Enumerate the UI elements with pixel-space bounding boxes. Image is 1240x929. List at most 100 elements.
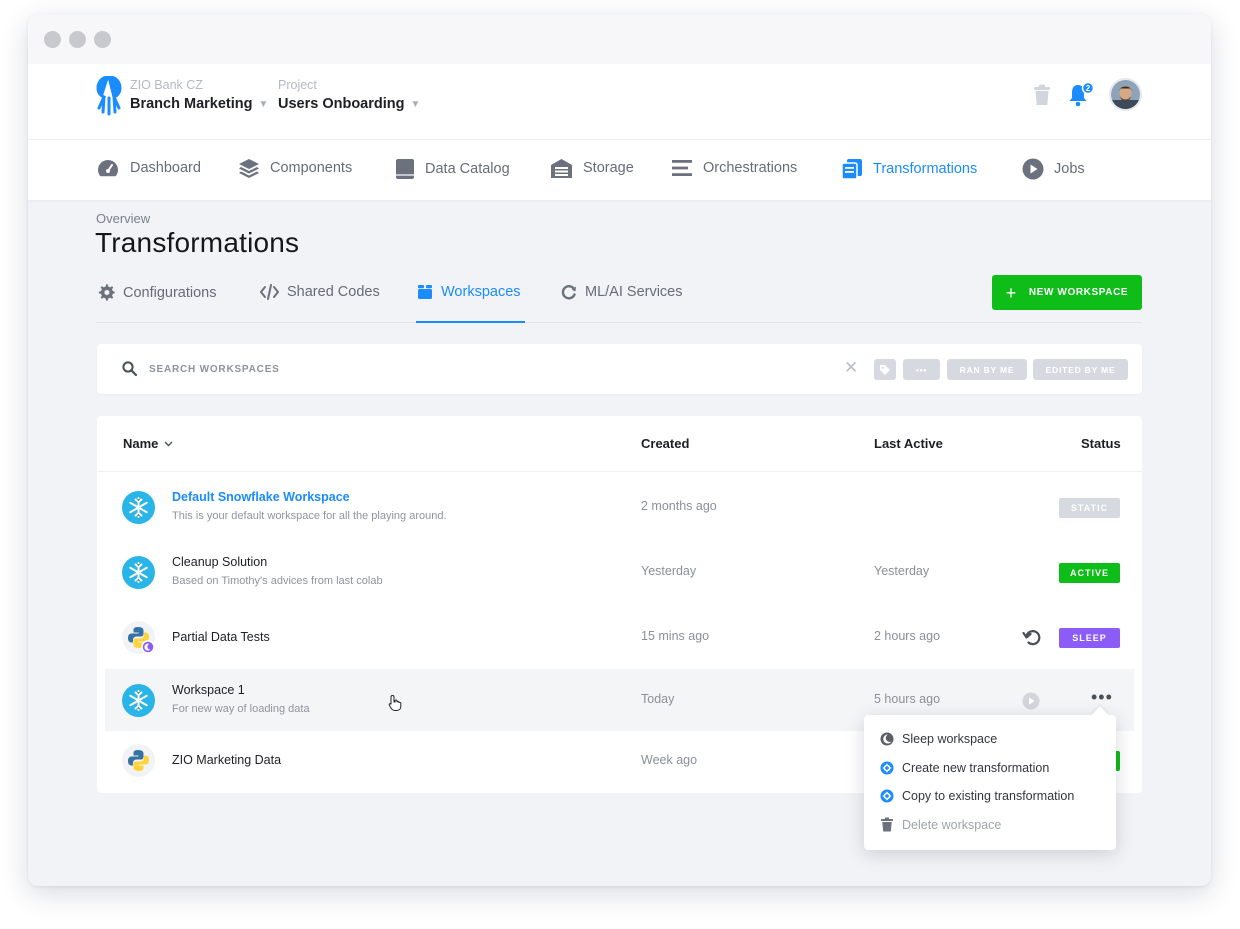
more-filters-button[interactable]: ••• [903, 359, 940, 380]
column-header-name[interactable]: Name [123, 436, 173, 451]
nav-item-storage[interactable]: Storage [550, 158, 634, 178]
tab-label: ML/AI Services [585, 284, 683, 300]
menu-item-delete-workspace[interactable]: Delete workspace [880, 817, 1001, 832]
nav-label: Jobs [1054, 161, 1085, 177]
table-row[interactable]: Cleanup Solution Based on Timothy's advi… [97, 541, 1142, 603]
column-header-status[interactable]: Status [1081, 436, 1121, 451]
menu-item-label: Copy to existing transformation [902, 789, 1075, 803]
workspace-name[interactable]: ZIO Marketing Data [172, 753, 281, 767]
tag-filter-button[interactable] [874, 359, 896, 380]
project-breadcrumb[interactable]: Project Users Onboarding ▼ [278, 78, 420, 113]
box-icon [418, 285, 432, 299]
play-circle-icon[interactable] [1022, 692, 1040, 710]
created-cell: 2 months ago [641, 499, 717, 513]
nav-item-data-catalog[interactable]: Data Catalog [395, 158, 510, 180]
workspace-name[interactable]: Cleanup Solution [172, 555, 267, 569]
chevron-down-icon [164, 441, 173, 446]
trash-icon[interactable] [1032, 84, 1052, 106]
app-window: ZIO Bank CZ Branch Marketing ▼ Project Us… [28, 14, 1211, 886]
window-zoom-button[interactable] [94, 31, 111, 48]
nav-label: Orchestrations [703, 160, 798, 176]
window-minimize-button[interactable] [69, 31, 86, 48]
org-breadcrumb[interactable]: ZIO Bank CZ Branch Marketing ▼ [130, 78, 268, 113]
table-row[interactable]: Default Snowflake Workspace This is your… [97, 476, 1142, 538]
nav-label: Transformations [873, 161, 978, 177]
clear-search-icon[interactable]: ✕ [844, 358, 858, 378]
edited-by-me-filter[interactable]: EDITED BY ME [1033, 359, 1128, 380]
user-avatar[interactable] [1109, 78, 1142, 111]
new-workspace-button[interactable]: + NEW WORKSPACE [992, 275, 1142, 310]
workspace-description: Based on Timothy's advices from last col… [172, 575, 383, 587]
org-label: ZIO Bank CZ [130, 78, 203, 92]
nav-item-dashboard[interactable]: Dashboard [96, 158, 201, 178]
created-cell: Today [641, 692, 675, 706]
workspace-name-link[interactable]: Default Snowflake Workspace [172, 490, 350, 504]
moon-icon [880, 732, 894, 746]
trash-icon [881, 817, 893, 832]
workspace-description: This is your default workspace for all t… [172, 510, 447, 522]
status-badge: ACTIVE [1059, 563, 1120, 583]
snowflake-icon [122, 491, 155, 524]
more-actions-button[interactable]: ••• [1091, 687, 1113, 708]
nav-item-orchestrations[interactable]: Orchestrations [671, 158, 797, 178]
column-label: Name [123, 436, 159, 451]
tag-icon [880, 364, 890, 375]
gauge-icon [98, 160, 118, 177]
gear-icon [98, 284, 115, 301]
nav-item-transformations[interactable]: Transformations [841, 158, 977, 180]
main-nav: Dashboard Components Data Catalog Storag… [28, 140, 1211, 200]
header-divider [97, 471, 1142, 472]
bell-icon[interactable]: 2 [1068, 82, 1096, 108]
search-bar: ✕ ••• RAN BY ME EDITED BY ME [97, 344, 1142, 394]
gear-badge-icon [880, 761, 894, 775]
restore-icon[interactable] [1022, 627, 1042, 647]
nav-item-jobs[interactable]: Jobs [1022, 158, 1085, 180]
workspace-description: For new way of loading data [172, 703, 310, 715]
python-icon [122, 621, 155, 654]
python-icon [122, 744, 155, 777]
project-name: Users Onboarding [278, 96, 405, 112]
status-badge: SLEEP [1059, 628, 1120, 648]
title-bar [28, 14, 1211, 64]
code-icon [260, 284, 279, 300]
last-active-cell: 5 hours ago [874, 692, 941, 706]
plus-icon: + [1005, 282, 1017, 303]
created-cell: 15 mins ago [641, 629, 710, 643]
chevron-down-icon: ▼ [258, 98, 269, 110]
column-header-last-active[interactable]: Last Active [874, 436, 943, 451]
menu-item-sleep-workspace[interactable]: Sleep workspace [880, 732, 997, 746]
window-close-button[interactable] [44, 31, 61, 48]
search-input[interactable] [149, 359, 549, 379]
page-overline: Overview [96, 211, 151, 226]
menu-item-label: Create new transformation [902, 761, 1050, 775]
nav-label: Components [270, 160, 353, 176]
new-workspace-label: NEW WORKSPACE [1028, 287, 1129, 298]
tab-shared-codes[interactable]: Shared Codes [260, 284, 380, 300]
tab-ml-ai-services[interactable]: ML/AI Services [561, 284, 683, 300]
table-row[interactable]: Partial Data Tests 15 mins ago 2 hours a… [97, 606, 1142, 668]
top-header: ZIO Bank CZ Branch Marketing ▼ Project Us… [28, 64, 1211, 140]
nav-label: Storage [583, 160, 634, 176]
nav-item-components[interactable]: Components [238, 158, 352, 178]
ran-by-me-filter[interactable]: RAN BY ME [947, 359, 1027, 380]
page-title: Transformations [95, 227, 300, 258]
tab-label: Workspaces [441, 284, 521, 300]
last-active-cell: Yesterday [874, 564, 930, 578]
created-cell: Yesterday [641, 564, 697, 578]
tab-workspaces[interactable]: Workspaces [417, 284, 521, 300]
workspace-name[interactable]: Workspace 1 [172, 683, 245, 697]
menu-item-create-transformation[interactable]: Create new transformation [880, 761, 1049, 775]
search-icon [122, 361, 137, 376]
status-badge: STATIC [1059, 498, 1120, 518]
tab-label: Configurations [123, 284, 217, 301]
octopus-logo-icon[interactable] [96, 76, 122, 116]
menu-item-label: Delete workspace [902, 817, 1002, 832]
bars-icon [672, 160, 692, 176]
column-header-created[interactable]: Created [641, 436, 689, 451]
play-circle-icon [1022, 158, 1044, 180]
last-active-cell: 2 hours ago [874, 629, 941, 643]
workspace-name[interactable]: Partial Data Tests [172, 630, 270, 644]
menu-item-copy-to-transformation[interactable]: Copy to existing transformation [880, 789, 1074, 803]
tab-configurations[interactable]: Configurations [98, 284, 217, 301]
notification-count: 2 [1086, 84, 1091, 93]
